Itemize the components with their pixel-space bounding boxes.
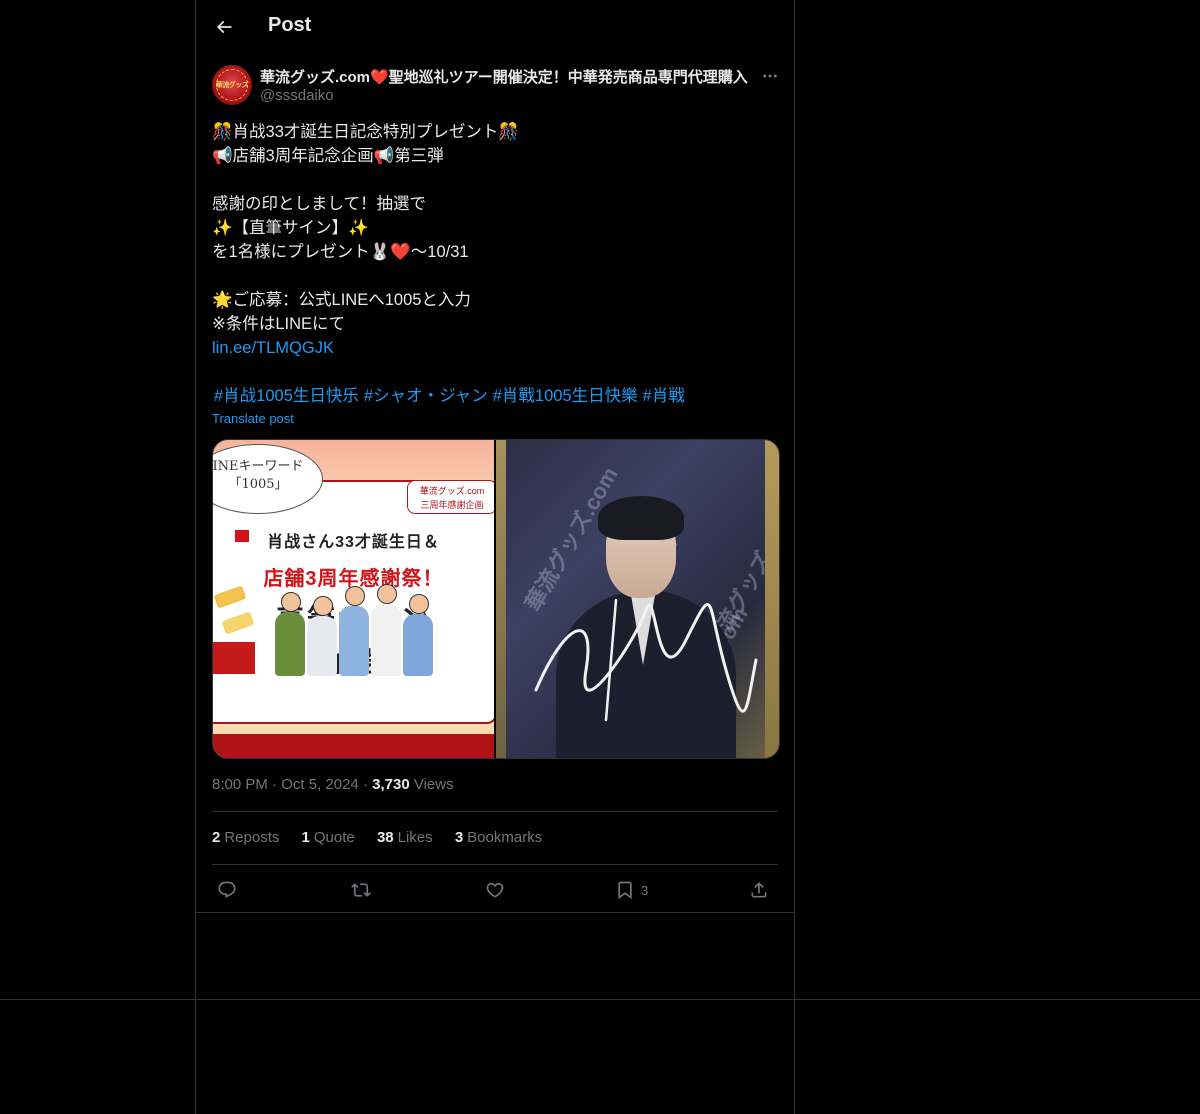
hashtag-link[interactable]: #シャオ・ジャン	[364, 387, 488, 405]
stat-label: Reposts	[224, 829, 280, 846]
quotes-stat[interactable]: 1 Quote	[302, 829, 355, 846]
autograph-photo[interactable]: 華流グッズ.com 華流グッズ.com 華流グッズ.com 華流グッズ.com	[496, 440, 779, 758]
repost-icon	[351, 883, 371, 897]
post-line: 📢店舗3周年記念企画📢第三弾	[212, 147, 444, 165]
post-line: 🎊肖战33才誕生日記念特別プレゼント🎊	[212, 123, 519, 141]
tag-line-2: 三周年感謝企画	[420, 500, 484, 510]
stat-count: 3	[454, 829, 464, 846]
stat-label: Likes	[397, 829, 433, 846]
person-head	[377, 584, 397, 604]
post-line-link: lin.ee/TLMQGJK	[212, 336, 778, 360]
post-date[interactable]: Oct 5, 2024	[281, 776, 359, 793]
bookmarks-stat[interactable]: 3 Bookmarks	[455, 829, 542, 846]
stat-count: 2	[212, 829, 221, 846]
bubble-line-2: 「1005」	[228, 477, 288, 492]
post-line: を1名様にプレゼント🐰❤️〜10/31	[212, 243, 469, 261]
post-time[interactable]: 8:00 PM	[212, 776, 268, 793]
arrow-left-icon	[216, 20, 232, 34]
hashtag-link[interactable]: #肖战1005生日快乐	[214, 387, 359, 405]
bottom-divider	[0, 999, 1200, 1000]
stat-label: Quote	[313, 829, 355, 846]
heart-icon	[486, 882, 504, 898]
person-figure	[307, 616, 337, 676]
person-head	[313, 596, 333, 616]
post-meta: 8:00 PM · Oct 5, 2024 · 3,730 Views	[212, 776, 454, 793]
views-label: Views	[413, 776, 454, 793]
meta-separator: ·	[362, 776, 373, 793]
page-title: Post	[268, 14, 312, 36]
author-name[interactable]: 華流グッズ.com❤️聖地巡礼ツアー開催決定！中華発売商品専門代理購入	[260, 66, 748, 87]
hashtag-link[interactable]: #肖戰1005生日快樂	[493, 387, 638, 405]
bookmark-count: 3	[641, 882, 649, 898]
reposts-stat[interactable]: 2 Reposts	[212, 829, 279, 846]
share-button[interactable]	[749, 874, 769, 906]
post-line: ✨【直筆サイン】✨	[212, 219, 369, 237]
person-head	[345, 586, 365, 606]
promo-bottom-band	[213, 734, 494, 758]
gift-box-icon	[213, 642, 255, 674]
post-line: 🌟ご応募：公式LINEへ1005と入力	[212, 291, 471, 309]
post-line: 感謝の印としまして！抽選で	[212, 195, 427, 213]
signature-mark	[534, 598, 758, 722]
meta-separator: ·	[272, 776, 282, 793]
post-line	[212, 168, 778, 192]
person-figure	[275, 612, 305, 676]
right-column-border	[794, 0, 795, 1114]
person-figure	[339, 606, 369, 676]
post-line	[212, 264, 778, 288]
post-bottom-divider	[196, 912, 794, 913]
like-button[interactable]	[485, 874, 505, 906]
tag-line-1: 華流グッズ.com	[419, 486, 485, 496]
reply-icon	[218, 881, 236, 899]
person-head	[409, 594, 429, 614]
hashtag-link[interactable]: #肖戦	[643, 387, 685, 405]
engagement-stats: 2 Reposts 1 Quote 38 Likes 3 Bookmarks	[212, 829, 560, 846]
more-icon	[763, 74, 777, 78]
bookmark-button[interactable]: 3	[615, 874, 648, 906]
post-link[interactable]: lin.ee/TLMQGJK	[212, 339, 334, 357]
person-head	[281, 592, 301, 612]
hashtags: #肖战1005生日快乐 #シャオ・ジャン #肖戰1005生日快樂 #肖戦	[214, 384, 690, 408]
photo-frame-edge	[765, 440, 779, 758]
likes-stat[interactable]: 38 Likes	[377, 829, 433, 846]
promo-image[interactable]: INEキーワード 「1005」 華流グッズ.com 三周年感謝企画 肖战さん33…	[213, 440, 494, 758]
person-figure	[403, 614, 433, 676]
avatar-text: 華流グッズ	[215, 82, 249, 89]
translate-post-link[interactable]: Translate post	[212, 411, 294, 426]
views-count: 3,730	[372, 776, 410, 793]
back-button[interactable]	[208, 11, 240, 43]
bookmark-icon	[618, 881, 632, 900]
shop-tag: 華流グッズ.com 三周年感謝企画	[407, 480, 494, 514]
post-text: 🎊肖战33才誕生日記念特別プレゼント🎊 📢店舗3周年記念企画📢第三弾 感謝の印と…	[212, 120, 778, 360]
post-line: ※条件はLINEにて	[212, 315, 346, 333]
stats-top-divider	[212, 811, 778, 812]
stats-bottom-divider	[212, 864, 778, 865]
share-icon	[751, 882, 767, 898]
avatar[interactable]: 華流グッズ	[212, 65, 252, 105]
more-options-button[interactable]	[758, 64, 782, 88]
repost-button[interactable]	[351, 874, 371, 906]
left-column-border	[195, 0, 196, 1114]
header: Post	[196, 0, 794, 54]
person-figure	[371, 604, 401, 676]
author-handle[interactable]: @sssdaiko	[260, 87, 334, 104]
bubble-line-1: INEキーワード	[213, 459, 304, 474]
promo-title-1: 肖战さん33才誕生日＆	[267, 534, 440, 551]
stat-count: 38	[376, 829, 394, 846]
stat-count: 1	[301, 829, 310, 846]
stat-label: Bookmarks	[467, 829, 543, 846]
reply-button[interactable]	[217, 874, 237, 906]
media-grid: INEキーワード 「1005」 華流グッズ.com 三周年感謝企画 肖战さん33…	[212, 439, 780, 759]
action-bar: 3	[212, 874, 778, 906]
